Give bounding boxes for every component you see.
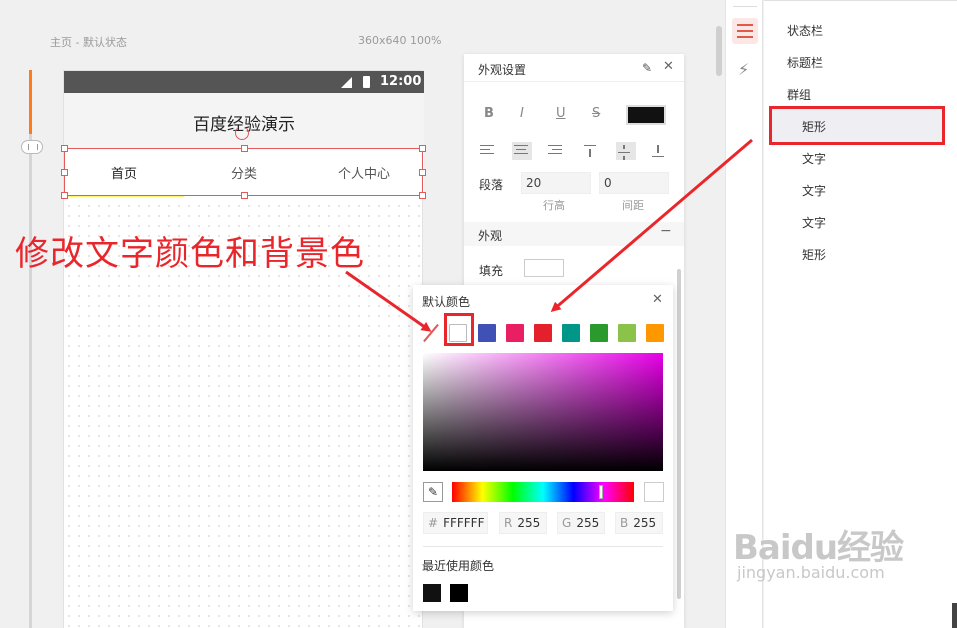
resize-handle-ne[interactable]	[419, 145, 426, 152]
layer-item-statusbar[interactable]: 状态栏	[787, 22, 823, 39]
preset-none-swatch[interactable]	[422, 324, 440, 342]
hue-slider-thumb[interactable]	[599, 485, 603, 499]
timeline-drag-handle[interactable]	[21, 140, 43, 154]
collapse-icon[interactable]: −	[660, 223, 672, 239]
rotate-handle-icon[interactable]	[235, 126, 249, 140]
lightning-icon[interactable]: ⚡	[738, 60, 749, 79]
preset-teal-swatch[interactable]	[562, 324, 580, 342]
resize-handle-nw[interactable]	[61, 145, 68, 152]
resize-handle-w[interactable]	[61, 169, 68, 176]
hex-value: FFFFFF	[443, 516, 485, 530]
fill-label: 填充	[479, 264, 504, 278]
divider	[733, 6, 757, 7]
appearance-section-header[interactable]: 外观 −	[464, 222, 684, 246]
preset-green-swatch[interactable]	[590, 324, 608, 342]
divider	[764, 0, 957, 1]
resize-handle-e[interactable]	[419, 169, 426, 176]
hue-slider[interactable]	[452, 482, 634, 502]
close-icon[interactable]: ✕	[652, 292, 663, 307]
watermark-url: jingyan.baidu.com	[737, 563, 885, 582]
layer-item-group[interactable]: 群组	[787, 86, 811, 103]
line-height-caption: 行高	[543, 199, 565, 212]
highlight-box-white-swatch	[444, 313, 474, 346]
hex-input[interactable]: # FFFFFF	[423, 512, 488, 534]
annotation-text: 修改文字颜色和背景色	[15, 234, 365, 274]
align-left-icon[interactable]	[478, 142, 498, 160]
align-bottom-icon[interactable]	[650, 142, 670, 160]
watermark-logo-text: Baidu经验	[733, 528, 904, 568]
canvas-scrollbar[interactable]	[716, 26, 722, 76]
layer-item-text[interactable]: 文字	[802, 150, 826, 167]
artboard-name-label: 主页 - 默认状态	[50, 36, 127, 49]
resize-handle-se[interactable]	[419, 192, 426, 199]
blue-label: B	[620, 516, 629, 530]
status-time: 12:00	[380, 74, 422, 89]
selection-box[interactable]	[61, 145, 426, 199]
blue-value: 255	[633, 516, 657, 530]
divider	[423, 546, 663, 547]
align-middle-icon[interactable]	[616, 142, 636, 160]
line-height-input[interactable]: 20	[521, 172, 591, 194]
corner-mark	[952, 603, 957, 628]
picker-title: 默认颜色	[422, 295, 471, 309]
preset-pink-swatch[interactable]	[506, 324, 524, 342]
panel-scrollbar[interactable]	[677, 269, 681, 599]
bold-button[interactable]: B	[484, 106, 494, 121]
red-label: R	[504, 516, 513, 530]
battery-icon	[363, 76, 370, 88]
hex-prefix: #	[428, 516, 439, 530]
align-right-icon[interactable]	[546, 142, 566, 160]
panel-header: 外观设置 ✎ ✕	[464, 54, 684, 82]
highlight-box-layer	[769, 106, 945, 145]
eyedropper-icon[interactable]: ✎	[423, 482, 443, 502]
signal-icon	[341, 77, 352, 88]
preset-orange-swatch[interactable]	[646, 324, 664, 342]
align-center-icon[interactable]	[512, 142, 532, 160]
resize-handle-s[interactable]	[241, 192, 248, 199]
letter-spacing-input[interactable]: 0	[599, 172, 669, 194]
layer-item-text[interactable]: 文字	[802, 214, 826, 231]
green-input[interactable]: G 255	[557, 512, 605, 534]
red-input[interactable]: R 255	[499, 512, 547, 534]
baidu-watermark-logo: Baidu经验 jingyan.baidu.com	[733, 520, 904, 582]
resize-handle-n[interactable]	[241, 145, 248, 152]
recent-colors-title: 最近使用颜色	[422, 559, 495, 573]
strikethrough-button[interactable]: S	[592, 106, 600, 121]
align-top-icon[interactable]	[582, 142, 602, 160]
green-label: G	[562, 516, 572, 530]
paragraph-label: 段落	[479, 178, 504, 192]
layer-item-text[interactable]: 文字	[802, 182, 826, 199]
saturation-value-area[interactable]	[423, 353, 663, 471]
pin-icon[interactable]: ✎	[642, 61, 652, 75]
spacing-caption: 间距	[622, 199, 644, 212]
layer-item-rect[interactable]: 矩形	[802, 246, 826, 263]
blue-input[interactable]: B 255	[615, 512, 663, 534]
panel-title: 外观设置	[478, 63, 527, 77]
italic-button[interactable]: I	[520, 106, 524, 121]
recent-color-swatch[interactable]	[450, 584, 468, 602]
underline-button[interactable]: U	[556, 106, 566, 121]
recent-color-swatch[interactable]	[423, 584, 441, 602]
text-color-swatch[interactable]	[626, 105, 666, 125]
artboard-size-label: 360x640 100%	[358, 34, 442, 47]
phone-artboard[interactable]: 12:00 百度经验演示 首页 分类 个人中心	[61, 70, 426, 628]
resize-handle-sw[interactable]	[61, 192, 68, 199]
fill-color-swatch[interactable]	[524, 259, 564, 277]
preset-lightgreen-swatch[interactable]	[618, 324, 636, 342]
preset-indigo-swatch[interactable]	[478, 324, 496, 342]
phone-title-bar[interactable]: 百度经验演示	[64, 93, 424, 148]
green-value: 255	[576, 516, 600, 530]
sliders-icon[interactable]	[732, 18, 758, 44]
appearance-title: 外观	[478, 229, 503, 243]
red-value: 255	[517, 516, 541, 530]
preset-red-swatch[interactable]	[534, 324, 552, 342]
phone-status-bar[interactable]: 12:00	[64, 71, 424, 93]
timeline-rail-active	[29, 70, 32, 134]
close-icon[interactable]: ✕	[663, 59, 674, 74]
current-color-preview	[644, 482, 664, 502]
layer-item-titlebar[interactable]: 标题栏	[787, 54, 823, 71]
